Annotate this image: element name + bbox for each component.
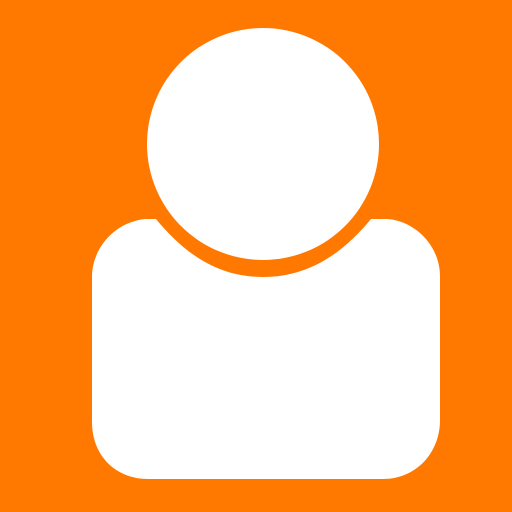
user-avatar-icon <box>0 0 512 512</box>
user-head-shape <box>147 28 379 260</box>
user-avatar-icon-canvas <box>0 0 512 512</box>
